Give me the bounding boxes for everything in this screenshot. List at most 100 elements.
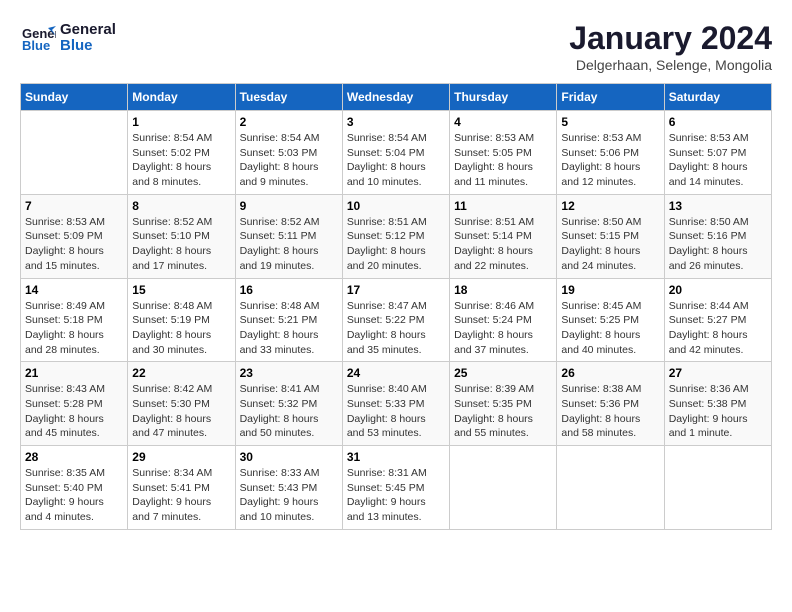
- day-header-sunday: Sunday: [21, 84, 128, 111]
- day-info: Sunrise: 8:31 AMSunset: 5:45 PMDaylight:…: [347, 466, 445, 525]
- day-info: Sunrise: 8:47 AMSunset: 5:22 PMDaylight:…: [347, 299, 445, 358]
- calendar-cell: 26 Sunrise: 8:38 AMSunset: 5:36 PMDayligh…: [557, 362, 664, 446]
- day-number: 2: [240, 115, 338, 129]
- calendar-cell: 28 Sunrise: 8:35 AMSunset: 5:40 PMDayligh…: [21, 446, 128, 530]
- calendar-cell: [557, 446, 664, 530]
- day-number: 13: [669, 199, 767, 213]
- day-number: 25: [454, 366, 552, 380]
- day-info: Sunrise: 8:53 AMSunset: 5:09 PMDaylight:…: [25, 215, 123, 274]
- day-info: Sunrise: 8:35 AMSunset: 5:40 PMDaylight:…: [25, 466, 123, 525]
- calendar-cell: 16Sunrise: 8:48 AMSunset: 5:21 PMDayligh…: [235, 278, 342, 362]
- svg-text:Blue: Blue: [22, 38, 50, 53]
- day-header-saturday: Saturday: [664, 84, 771, 111]
- day-info: Sunrise: 8:51 AMSunset: 5:12 PMDaylight:…: [347, 215, 445, 274]
- day-number: 12: [561, 199, 659, 213]
- day-info: Sunrise: 8:48 AMSunset: 5:21 PMDaylight:…: [240, 299, 338, 358]
- month-title: January 2024: [569, 20, 772, 57]
- day-info: Sunrise: 8:41 AMSunset: 5:32 PMDaylight:…: [240, 382, 338, 441]
- day-number: 19: [561, 283, 659, 297]
- day-header-thursday: Thursday: [450, 84, 557, 111]
- day-info: Sunrise: 8:50 AMSunset: 5:16 PMDaylight:…: [669, 215, 767, 274]
- day-number: 29: [132, 450, 230, 464]
- day-info: Sunrise: 8:54 AMSunset: 5:04 PMDaylight:…: [347, 131, 445, 190]
- calendar-week-3: 14 Sunrise: 8:49 AMSunset: 5:18 PMDayligh…: [21, 278, 772, 362]
- day-number: 31: [347, 450, 445, 464]
- calendar-cell: 12Sunrise: 8:50 AMSunset: 5:15 PMDayligh…: [557, 194, 664, 278]
- calendar-cell: 6 Sunrise: 8:53 AMSunset: 5:07 PMDaylight…: [664, 111, 771, 195]
- calendar-cell: 2 Sunrise: 8:54 AMSunset: 5:03 PMDaylight…: [235, 111, 342, 195]
- calendar-cell: 21Sunrise: 8:43 AMSunset: 5:28 PMDayligh…: [21, 362, 128, 446]
- calendar-cell: 19 Sunrise: 8:45 AMSunset: 5:25 PMDayligh…: [557, 278, 664, 362]
- calendar-table: SundayMondayTuesdayWednesdayThursdayFrid…: [20, 83, 772, 530]
- day-number: 18: [454, 283, 552, 297]
- day-header-friday: Friday: [557, 84, 664, 111]
- day-number: 23: [240, 366, 338, 380]
- location: Delgerhaan, Selenge, Mongolia: [569, 57, 772, 73]
- logo-icon: General Blue: [20, 20, 56, 56]
- day-info: Sunrise: 8:53 AMSunset: 5:07 PMDaylight:…: [669, 131, 767, 190]
- calendar-cell: 22Sunrise: 8:42 AMSunset: 5:30 PMDayligh…: [128, 362, 235, 446]
- calendar-cell: 13 Sunrise: 8:50 AMSunset: 5:16 PMDayligh…: [664, 194, 771, 278]
- calendar-week-5: 28 Sunrise: 8:35 AMSunset: 5:40 PMDayligh…: [21, 446, 772, 530]
- day-number: 4: [454, 115, 552, 129]
- calendar-cell: 15Sunrise: 8:48 AMSunset: 5:19 PMDayligh…: [128, 278, 235, 362]
- calendar-cell: [450, 446, 557, 530]
- day-info: Sunrise: 8:42 AMSunset: 5:30 PMDaylight:…: [132, 382, 230, 441]
- calendar-cell: [21, 111, 128, 195]
- logo-general: General: [60, 22, 116, 39]
- day-number: 1: [132, 115, 230, 129]
- day-info: Sunrise: 8:52 AMSunset: 5:10 PMDaylight:…: [132, 215, 230, 274]
- day-header-tuesday: Tuesday: [235, 84, 342, 111]
- calendar-cell: 23 Sunrise: 8:41 AMSunset: 5:32 PMDayligh…: [235, 362, 342, 446]
- calendar-cell: 17 Sunrise: 8:47 AMSunset: 5:22 PMDayligh…: [342, 278, 449, 362]
- day-header-wednesday: Wednesday: [342, 84, 449, 111]
- day-header-monday: Monday: [128, 84, 235, 111]
- logo: General Blue General Blue: [20, 20, 116, 56]
- calendar-header: SundayMondayTuesdayWednesdayThursdayFrid…: [21, 84, 772, 111]
- day-number: 28: [25, 450, 123, 464]
- calendar-cell: 25Sunrise: 8:39 AMSunset: 5:35 PMDayligh…: [450, 362, 557, 446]
- day-number: 8: [132, 199, 230, 213]
- logo-blue: Blue: [60, 38, 116, 55]
- day-info: Sunrise: 8:45 AMSunset: 5:25 PMDaylight:…: [561, 299, 659, 358]
- day-info: Sunrise: 8:40 AMSunset: 5:33 PMDaylight:…: [347, 382, 445, 441]
- day-info: Sunrise: 8:54 AMSunset: 5:03 PMDaylight:…: [240, 131, 338, 190]
- day-info: Sunrise: 8:38 AMSunset: 5:36 PMDaylight:…: [561, 382, 659, 441]
- day-info: Sunrise: 8:54 AMSunset: 5:02 PMDaylight:…: [132, 131, 230, 190]
- calendar-week-1: 1 Sunrise: 8:54 AMSunset: 5:02 PMDaylight…: [21, 111, 772, 195]
- calendar-cell: 27Sunrise: 8:36 AMSunset: 5:38 PMDayligh…: [664, 362, 771, 446]
- day-number: 24: [347, 366, 445, 380]
- day-number: 7: [25, 199, 123, 213]
- calendar-week-2: 7 Sunrise: 8:53 AMSunset: 5:09 PMDaylight…: [21, 194, 772, 278]
- day-number: 26: [561, 366, 659, 380]
- page-header: General Blue General Blue January 2024 D…: [20, 20, 772, 73]
- day-info: Sunrise: 8:34 AMSunset: 5:41 PMDaylight:…: [132, 466, 230, 525]
- day-number: 9: [240, 199, 338, 213]
- day-number: 3: [347, 115, 445, 129]
- day-number: 11: [454, 199, 552, 213]
- day-info: Sunrise: 8:53 AMSunset: 5:05 PMDaylight:…: [454, 131, 552, 190]
- day-info: Sunrise: 8:52 AMSunset: 5:11 PMDaylight:…: [240, 215, 338, 274]
- day-info: Sunrise: 8:53 AMSunset: 5:06 PMDaylight:…: [561, 131, 659, 190]
- day-number: 20: [669, 283, 767, 297]
- calendar-week-4: 21Sunrise: 8:43 AMSunset: 5:28 PMDayligh…: [21, 362, 772, 446]
- calendar-cell: 30Sunrise: 8:33 AMSunset: 5:43 PMDayligh…: [235, 446, 342, 530]
- day-number: 14: [25, 283, 123, 297]
- day-number: 6: [669, 115, 767, 129]
- day-info: Sunrise: 8:33 AMSunset: 5:43 PMDaylight:…: [240, 466, 338, 525]
- day-number: 10: [347, 199, 445, 213]
- day-info: Sunrise: 8:51 AMSunset: 5:14 PMDaylight:…: [454, 215, 552, 274]
- day-number: 5: [561, 115, 659, 129]
- calendar-cell: 18Sunrise: 8:46 AMSunset: 5:24 PMDayligh…: [450, 278, 557, 362]
- calendar-cell: 1 Sunrise: 8:54 AMSunset: 5:02 PMDaylight…: [128, 111, 235, 195]
- day-info: Sunrise: 8:44 AMSunset: 5:27 PMDaylight:…: [669, 299, 767, 358]
- calendar-cell: 29 Sunrise: 8:34 AMSunset: 5:41 PMDayligh…: [128, 446, 235, 530]
- calendar-cell: 24 Sunrise: 8:40 AMSunset: 5:33 PMDayligh…: [342, 362, 449, 446]
- day-number: 15: [132, 283, 230, 297]
- calendar-cell: 5 Sunrise: 8:53 AMSunset: 5:06 PMDaylight…: [557, 111, 664, 195]
- day-info: Sunrise: 8:49 AMSunset: 5:18 PMDaylight:…: [25, 299, 123, 358]
- calendar-cell: 14 Sunrise: 8:49 AMSunset: 5:18 PMDayligh…: [21, 278, 128, 362]
- day-info: Sunrise: 8:43 AMSunset: 5:28 PMDaylight:…: [25, 382, 123, 441]
- calendar-cell: [664, 446, 771, 530]
- day-number: 17: [347, 283, 445, 297]
